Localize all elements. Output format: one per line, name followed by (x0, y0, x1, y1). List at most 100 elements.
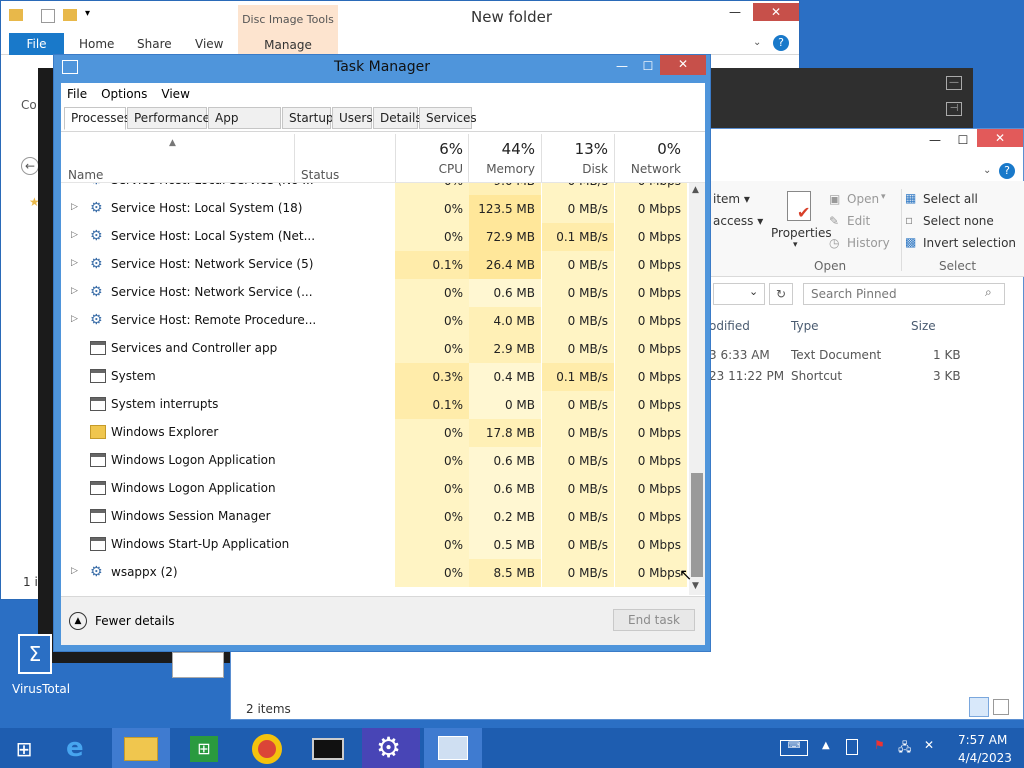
invert-selection-button[interactable]: Invert selection (923, 236, 1016, 250)
close-button[interactable]: ✕ (753, 3, 799, 21)
large-icons-view-icon[interactable] (993, 699, 1009, 715)
refresh-icon[interactable]: ↻ (769, 283, 793, 305)
file-explorer-taskbar-icon[interactable] (112, 728, 170, 768)
expand-arrow-icon[interactable]: ▷ (71, 202, 78, 212)
tab-app-history[interactable]: App history (208, 107, 281, 145)
expand-arrow-icon[interactable]: ▷ (71, 183, 78, 184)
tab-performance[interactable]: Performance (127, 107, 210, 129)
expand-arrow-icon[interactable]: ▷ (71, 314, 78, 324)
open-button[interactable]: Open (847, 192, 879, 206)
close-button[interactable]: ✕ (660, 55, 706, 75)
table-row[interactable]: Windows Explorer 0% 17.8 MB 0 MB/s 0 Mbps (61, 419, 689, 447)
network-icon[interactable]: 🖧 (898, 738, 911, 759)
column-disk[interactable]: 13% Disk (541, 140, 614, 176)
back-arrow-icon[interactable]: ← (21, 157, 39, 175)
properties-dropdown-icon[interactable]: ▾ (793, 240, 798, 250)
clock-date[interactable]: 4/4/2023 (958, 751, 1012, 765)
help-icon[interactable]: ? (999, 163, 1015, 179)
close-button[interactable]: ✕ (977, 129, 1023, 147)
table-row[interactable]: System 0.3% 0.4 MB 0.1 MB/s 0 Mbps (61, 363, 689, 391)
keyboard-icon[interactable]: ⌨ (780, 740, 808, 756)
chrome-icon[interactable] (236, 728, 294, 768)
scrollbar-thumb[interactable] (691, 473, 703, 577)
minimize-button[interactable]: — (721, 3, 749, 21)
column-date-modified[interactable]: odified (709, 319, 750, 333)
table-row[interactable]: ▷ ⚙ Service Host: Local System (Net... 0% 72… (61, 223, 689, 251)
table-row[interactable]: Windows Logon Application 0% 0.6 MB 0 MB/s 0… (61, 447, 689, 475)
task-manager-window[interactable]: Task Manager — ☐ ✕ File Options View Proce… (53, 54, 711, 652)
tab-processes[interactable]: Processes (64, 107, 130, 130)
history-button[interactable]: History (847, 236, 890, 250)
file-row[interactable]: 3 6:33 AM Text Document 1 KB (707, 345, 1007, 365)
desktop-icon-virustotal[interactable]: Σ VirusTotal (8, 634, 70, 700)
fewer-details-link[interactable]: Fewer details (95, 614, 175, 628)
tab-users[interactable]: Users (332, 107, 373, 129)
help-icon[interactable]: ? (773, 35, 789, 51)
menu-view[interactable]: View (161, 87, 189, 101)
tray-device-icon[interactable] (846, 739, 858, 755)
open-dropdown-icon[interactable]: ▾ (881, 192, 886, 202)
column-status[interactable]: Status (301, 168, 339, 182)
column-name[interactable]: Name (68, 168, 103, 182)
properties-quick-icon[interactable] (41, 9, 55, 23)
menu-file[interactable]: File (67, 87, 87, 101)
internet-explorer-icon[interactable]: e (50, 728, 108, 768)
table-row[interactable]: ▷ ⚙ Service Host: Local System (18) 0% 123.5… (61, 195, 689, 223)
table-row[interactable]: ▷ ⚙ Service Host: Network Service (5) 0.1% 2… (61, 251, 689, 279)
file-tab[interactable]: File (9, 33, 64, 55)
store-icon[interactable]: ⊞ (174, 728, 232, 768)
collapse-icon[interactable]: ▲ (69, 612, 87, 630)
maximize-button[interactable]: ☐ (634, 57, 662, 75)
search-icon[interactable]: ⌕ (985, 285, 992, 300)
edit-button[interactable]: Edit (847, 214, 870, 228)
column-size[interactable]: Size (911, 319, 936, 333)
tab-services[interactable]: Services (419, 107, 477, 129)
column-network[interactable]: 0% Network (614, 140, 687, 176)
details-view-icon[interactable] (969, 697, 989, 717)
table-row[interactable]: ▷ ⚙ Service Host: Local Service (No ... 0%9… (61, 183, 689, 195)
tab-view[interactable]: View (195, 37, 223, 51)
scroll-down-icon[interactable]: ▼ (692, 581, 699, 591)
clock-time[interactable]: 7:57 AM (958, 733, 1007, 747)
show-hidden-icons-icon[interactable]: ▲ (822, 740, 830, 751)
menu-options[interactable]: Options (101, 87, 147, 101)
task-manager-taskbar-icon[interactable] (424, 728, 482, 768)
volume-muted-icon[interactable]: ✕ (924, 738, 934, 752)
pin-icon[interactable]: ⊣ (946, 102, 962, 116)
expand-arrow-icon[interactable]: ▷ (71, 230, 78, 240)
table-row[interactable]: Services and Controller app 0% 2.9 MB 0 MB/… (61, 335, 689, 363)
minimize-icon[interactable]: — (946, 76, 962, 90)
table-row[interactable]: ▷ ⚙ Service Host: Network Service (... 0% 0.… (61, 279, 689, 307)
action-center-flag-icon[interactable]: ⚑ (874, 738, 885, 752)
tab-manage[interactable]: Manage (238, 38, 338, 52)
tab-home[interactable]: Home (79, 37, 114, 51)
select-all-button[interactable]: Select all (923, 192, 978, 206)
explorer-title-bar[interactable]: ▾ (1, 1, 799, 31)
expand-arrow-icon[interactable]: ▷ (71, 566, 78, 576)
expand-arrow-icon[interactable]: ▷ (71, 286, 78, 296)
ribbon-expand-icon[interactable]: ⌄ (753, 37, 761, 48)
terminal-icon[interactable] (298, 728, 356, 768)
minimize-button[interactable]: — (608, 57, 636, 75)
table-row[interactable]: ▷ ⚙ Service Host: Remote Procedure... 0% 4.0… (61, 307, 689, 335)
table-row[interactable]: Windows Session Manager 0% 0.2 MB 0 MB/s 0 M… (61, 503, 689, 531)
tab-share[interactable]: Share (137, 37, 172, 51)
tab-details[interactable]: Details (373, 107, 422, 129)
expand-arrow-icon[interactable]: ▷ (71, 258, 78, 268)
new-folder-quick-icon[interactable] (63, 9, 77, 21)
table-row[interactable]: ▷ ⚙ wsappx (2) 0% 8.5 MB 0 MB/s 0 Mbps (61, 559, 689, 587)
properties-button[interactable]: Properties (771, 226, 832, 240)
table-row[interactable]: System interrupts 0.1% 0 MB 0 MB/s 0 Mbps (61, 391, 689, 419)
tab-startup[interactable]: Startup (282, 107, 334, 129)
quick-access-dropdown-icon[interactable]: ▾ (85, 8, 90, 19)
column-type[interactable]: Type (791, 319, 819, 333)
maximize-button[interactable]: ☐ (949, 131, 977, 149)
minimize-button[interactable]: — (921, 131, 949, 149)
ribbon-expand-icon[interactable]: ⌄ (983, 165, 991, 176)
ribbon-item-fragment[interactable]: item ▾ (713, 192, 750, 206)
scroll-up-icon[interactable]: ▲ (692, 185, 699, 195)
column-memory[interactable]: 44% Memory (468, 140, 541, 176)
column-cpu[interactable]: 6% CPU (395, 140, 469, 176)
settings-gear-icon[interactable]: ⚙ (362, 728, 420, 768)
table-row[interactable]: Windows Start-Up Application 0% 0.5 MB 0 MB… (61, 531, 689, 559)
